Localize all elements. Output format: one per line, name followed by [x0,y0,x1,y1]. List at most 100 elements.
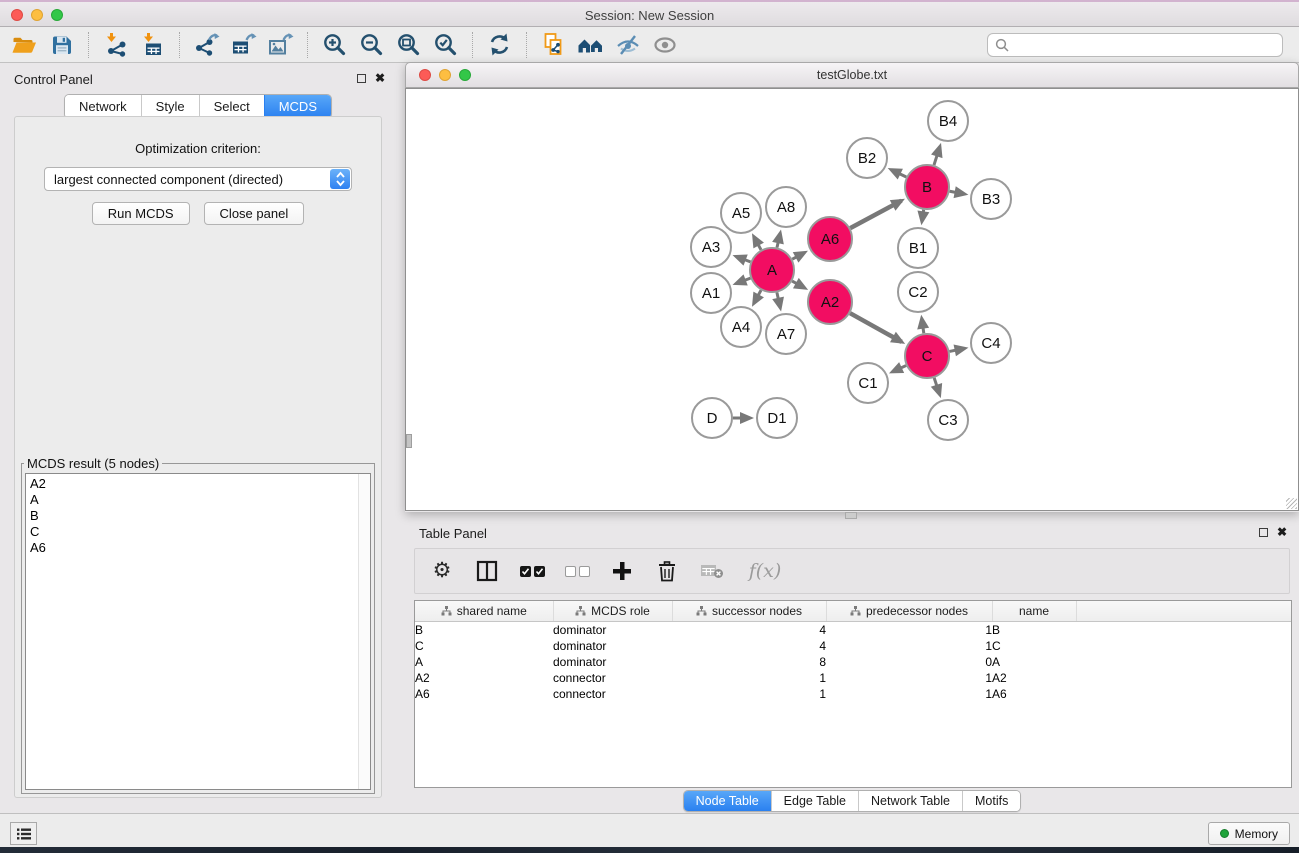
export-network-button[interactable] [188,30,225,60]
table-cell[interactable]: dominator [553,654,672,670]
graph-edge-B-B4[interactable] [934,147,940,165]
table-cell[interactable]: 4 [672,622,826,639]
graph-edge-C-C4[interactable] [950,348,965,351]
table-cell[interactable]: A2 [415,670,553,686]
graph-edge-B-B1[interactable] [922,210,924,222]
tab-edge-table[interactable]: Edge Table [771,791,858,811]
column-header-shared-name[interactable]: shared name [415,601,553,622]
table-cell[interactable]: A [415,654,553,670]
table-cell[interactable]: 4 [672,638,826,654]
table-row[interactable]: Bdominator41B [415,622,1291,639]
float-panel-icon[interactable] [357,74,366,83]
export-table-button[interactable] [225,30,262,60]
tab-network-table[interactable]: Network Table [858,791,962,811]
table-cell[interactable]: A6 [992,686,1076,702]
import-network-button[interactable] [97,30,134,60]
graph-edge-C-C1[interactable] [893,366,907,372]
column-header-predecessor-nodes[interactable]: predecessor nodes [826,601,992,622]
close-table-panel-icon[interactable]: ✖ [1277,527,1287,537]
network-window-titlebar[interactable]: testGlobe.txt [405,62,1299,88]
graph-edge-B-B2[interactable] [891,170,906,177]
table-row[interactable]: A6connector11A6 [415,686,1291,702]
task-history-button[interactable] [10,822,37,845]
close-panel-icon[interactable]: ✖ [375,73,385,83]
tab-node-table[interactable]: Node Table [684,791,771,811]
table-cell[interactable]: connector [553,670,672,686]
search-field[interactable] [987,33,1283,57]
zoom-in-button[interactable] [316,30,353,60]
table-cell[interactable]: dominator [553,638,672,654]
graph-edge-A-A4[interactable] [754,290,761,303]
table-cell[interactable]: 1 [672,670,826,686]
graph-edge-A-A3[interactable] [736,257,750,262]
result-item[interactable]: A6 [30,540,366,556]
save-session-button[interactable] [43,30,80,60]
table-cell[interactable]: 8 [672,654,826,670]
new-network-from-selection-button[interactable] [535,30,572,60]
delete-columns-button[interactable] [654,556,680,586]
deselect-all-rows-button[interactable] [564,556,590,586]
table-cell[interactable]: A [992,654,1076,670]
result-scrollbar[interactable] [358,474,370,789]
network-overview-button[interactable] [646,30,683,60]
result-item[interactable]: B [30,508,366,524]
search-input[interactable] [1014,36,1275,53]
tab-select[interactable]: Select [199,95,264,118]
refresh-button[interactable] [481,30,518,60]
add-column-button[interactable] [609,556,635,586]
memory-button[interactable]: Memory [1208,822,1290,845]
graph-edge-A-A2[interactable] [792,281,804,288]
select-all-rows-button[interactable] [519,556,545,586]
result-item[interactable]: A [30,492,366,508]
table-cell[interactable]: 1 [826,686,992,702]
import-table-button[interactable] [134,30,171,60]
close-panel-button[interactable]: Close panel [204,202,305,225]
run-mcds-button[interactable]: Run MCDS [92,202,190,225]
graph-edge-C-C2[interactable] [922,319,924,333]
column-header-mcds-role[interactable]: MCDS role [553,601,672,622]
first-neighbors-button[interactable] [572,30,609,60]
graph-edge-A6-B[interactable] [850,201,901,228]
table-cell[interactable]: 1 [826,622,992,639]
tab-network[interactable]: Network [65,95,141,118]
column-header-name[interactable]: name [992,601,1076,622]
graph-edge-A-A8[interactable] [777,233,780,247]
export-image-button[interactable] [262,30,299,60]
zoom-selected-button[interactable] [427,30,464,60]
table-cell[interactable]: B [415,622,553,639]
horizontal-scroll-thumb[interactable] [845,512,857,519]
zoom-out-button[interactable] [353,30,390,60]
table-cell[interactable]: 1 [826,670,992,686]
show-columns-button[interactable] [474,556,500,586]
table-row[interactable]: A2connector11A2 [415,670,1291,686]
table-options-button[interactable]: ⚙ [429,556,455,586]
tab-style[interactable]: Style [141,95,199,118]
network-canvas[interactable]: B4B2BB3A8A5A6A3B1AC2A1A2A4A7C4CC1C3DD1 [405,88,1299,511]
table-row[interactable]: Adominator80A [415,654,1291,670]
table-cell[interactable]: 1 [826,638,992,654]
table-cell[interactable]: connector [553,686,672,702]
table-row[interactable]: Cdominator41C [415,638,1291,654]
table-cell[interactable]: B [992,622,1076,639]
table-cell[interactable]: C [992,638,1076,654]
zoom-fit-button[interactable] [390,30,427,60]
vertical-scroll-thumb[interactable] [406,434,412,448]
result-item[interactable]: A2 [30,476,366,492]
network-graph[interactable]: B4B2BB3A8A5A6A3B1AC2A1A2A4A7C4CC1C3DD1 [406,89,1298,512]
table-cell[interactable]: dominator [553,622,672,639]
table-cell[interactable]: A6 [415,686,553,702]
resize-grip-icon[interactable] [1286,498,1297,509]
tab-mcds[interactable]: MCDS [264,95,331,118]
graph-edge-A-A7[interactable] [777,292,780,307]
graph-edge-C-C3[interactable] [934,378,939,394]
graph-edge-A-A6[interactable] [792,253,804,259]
float-table-panel-icon[interactable] [1259,528,1268,537]
hide-graphics-details-button[interactable] [609,30,646,60]
graph-edge-A-A1[interactable] [736,278,750,283]
result-item[interactable]: C [30,524,366,540]
column-header-successor-nodes[interactable]: successor nodes [672,601,826,622]
graph-edge-A2-C[interactable] [850,313,902,342]
table-cell[interactable]: C [415,638,553,654]
table-cell[interactable]: 0 [826,654,992,670]
table-cell[interactable]: A2 [992,670,1076,686]
